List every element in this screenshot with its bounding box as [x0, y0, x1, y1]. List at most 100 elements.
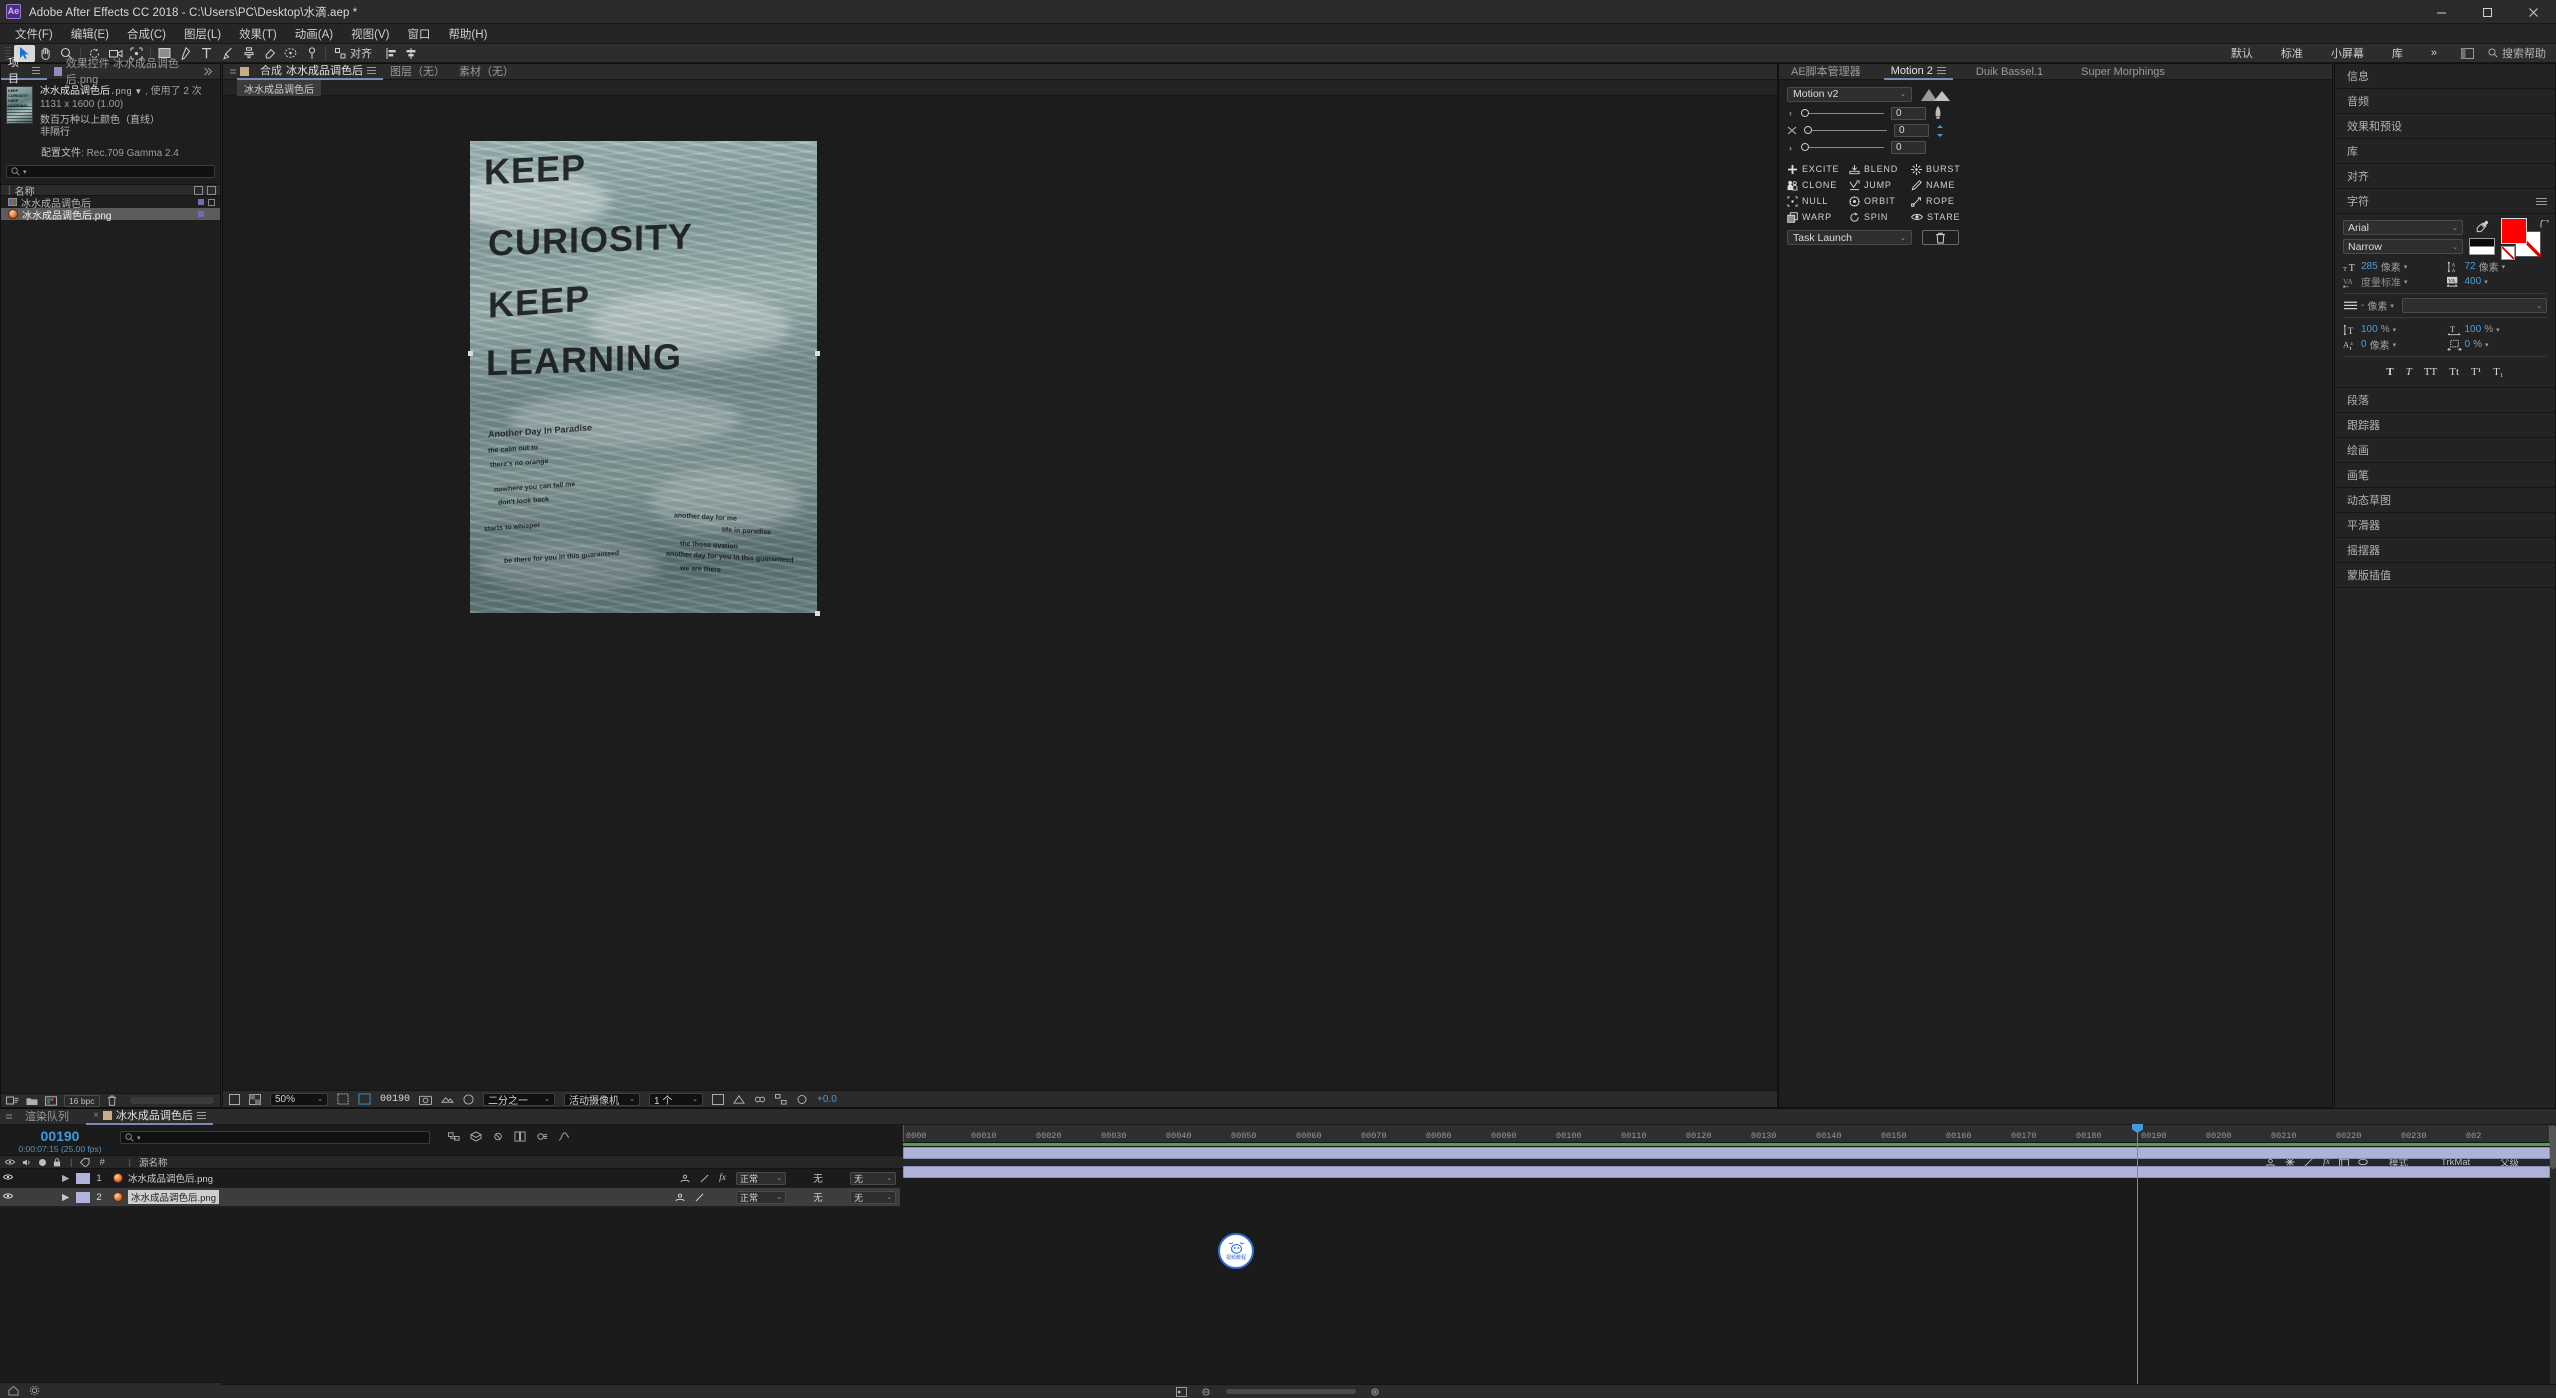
tool-clone[interactable]: CLONE	[1787, 178, 1847, 192]
tab-project[interactable]: 项目	[1, 57, 47, 85]
tracking-value[interactable]: 400	[2465, 276, 2482, 287]
scale-value-input[interactable]: 0	[1894, 124, 1929, 137]
scale-slider[interactable]	[1804, 126, 1887, 134]
workspace-small-screen[interactable]: 小屏幕	[2317, 44, 2378, 62]
kerning-dropdown-icon[interactable]: ▾	[2404, 278, 2408, 286]
tab-composition-timeline[interactable]: × 冰水成品调色后	[86, 1109, 213, 1125]
tab-duik-bassel[interactable]: Duik Bassel.1	[1969, 64, 2050, 80]
current-timecode[interactable]: 00190	[0, 1128, 120, 1144]
camera-select[interactable]: 活动摄像机 ⌄	[564, 1092, 641, 1107]
list-item[interactable]: 冰水成品调色后.png	[1, 208, 220, 222]
tab-ae-script-manager[interactable]: AE脚本管理器	[1779, 64, 1868, 80]
task-launch-select[interactable]: Task Launch ⌄	[1787, 230, 1912, 245]
layer-visibility-toggle[interactable]	[0, 1173, 16, 1184]
kerning-value[interactable]: 度量标准	[2361, 274, 2401, 289]
motion-blur-icon[interactable]	[536, 1131, 548, 1142]
comp-timecode[interactable]: 00190	[380, 1094, 410, 1105]
menu-animation[interactable]: 动画(A)	[286, 24, 342, 44]
character-panel-header[interactable]: 字符	[2335, 189, 2555, 214]
tracking-dropdown-icon[interactable]: ▾	[2484, 278, 2488, 286]
search-dropdown-icon[interactable]: ▾	[23, 168, 27, 176]
timeline-zoom-out-icon[interactable]	[1201, 1387, 1212, 1397]
font-size-value[interactable]: 285	[2361, 261, 2378, 272]
label-column-icon[interactable]	[194, 185, 203, 195]
gear-icon[interactable]	[29, 1385, 40, 1396]
table-row[interactable]: ▶ 2 冰水成品调色后.png 正常 ⌄ 无 无 ⌄	[0, 1188, 900, 1207]
timeline-link-icon[interactable]	[754, 1094, 766, 1105]
tab-render-queue[interactable]: 渲染队列	[18, 1109, 76, 1125]
selection-handle-left[interactable]	[468, 351, 473, 356]
delete-button[interactable]	[1922, 230, 1959, 245]
menu-window[interactable]: 窗口	[398, 24, 439, 44]
bold-button[interactable]: T	[2386, 366, 2393, 378]
layer-expand-arrow[interactable]: ▶	[62, 1173, 76, 1184]
workspace-overflow[interactable]: »	[2417, 46, 2451, 60]
toggle-switches-icon[interactable]	[1175, 1386, 1187, 1397]
home-icon[interactable]	[8, 1385, 19, 1396]
project-horizontal-scrollbar[interactable]	[129, 1097, 214, 1104]
tool-stare[interactable]: STARE	[1911, 210, 1971, 224]
interpret-footage-icon[interactable]	[6, 1096, 19, 1106]
project-search-input[interactable]: ▾	[6, 165, 215, 178]
type-tool[interactable]	[196, 45, 217, 62]
no-fill-icon[interactable]	[2501, 246, 2515, 260]
hide-shy-layers-icon[interactable]	[492, 1131, 504, 1142]
menu-edit[interactable]: 编辑(E)	[62, 24, 118, 44]
tool-burst[interactable]: BURST	[1911, 162, 1971, 176]
resolution-select[interactable]: 二分之一 ⌄	[483, 1092, 556, 1107]
dual-arrow-icon[interactable]	[1936, 124, 1944, 137]
tool-spin[interactable]: SPIN	[1849, 210, 1909, 224]
clone-stamp-tool[interactable]	[238, 45, 259, 62]
panel-menu-icon[interactable]	[367, 65, 376, 76]
italic-button[interactable]: T	[2406, 366, 2412, 378]
workspace-layout-icon[interactable]	[2461, 47, 2474, 59]
mountains-icon[interactable]	[1920, 86, 1954, 102]
panel-grip[interactable]	[0, 1108, 18, 1126]
motion-version-select[interactable]: Motion v2 ⌄	[1787, 86, 1912, 102]
layer-mode-select[interactable]: 正常 ⌄	[736, 1190, 786, 1204]
stroke-width-value[interactable]: -	[2361, 300, 2364, 311]
layer-trkmat[interactable]: 无	[796, 1190, 840, 1204]
timeline-zoom-in-icon[interactable]	[1370, 1387, 1381, 1397]
accordion-effects-presets[interactable]: 效果和预设	[2335, 114, 2555, 139]
panel-menu-icon[interactable]	[31, 65, 40, 76]
zoom-level-select[interactable]: 50% ⌄	[270, 1092, 328, 1106]
eyedropper-icon[interactable]	[2476, 220, 2489, 234]
pixel-aspect-icon[interactable]	[712, 1093, 724, 1105]
superscript-button[interactable]: T¹	[2471, 366, 2481, 378]
always-preview-icon[interactable]	[229, 1093, 240, 1105]
panel-menu-icon[interactable]	[196, 1110, 206, 1121]
fill-color-swatch[interactable]	[2501, 218, 2527, 244]
close-button[interactable]	[2510, 0, 2556, 24]
layer-name[interactable]: 冰水成品调色后.png	[128, 1171, 213, 1185]
roto-brush-tool[interactable]	[280, 45, 301, 62]
minimize-button[interactable]	[2418, 0, 2464, 24]
search-help-box[interactable]: 搜索帮助	[2480, 45, 2554, 61]
stroke-width-dropdown-icon[interactable]: ▾	[2390, 302, 2394, 310]
exposure-reset-icon[interactable]	[796, 1094, 808, 1105]
font-family-select[interactable]: Arial ⌄	[2343, 220, 2463, 235]
panel-menu-icon[interactable]	[1936, 65, 1946, 76]
accordion-align[interactable]: 对齐	[2335, 164, 2555, 189]
tab-layer[interactable]: 图层（无）	[383, 64, 452, 80]
flowchart-icon[interactable]	[775, 1093, 787, 1105]
channel-icon[interactable]	[463, 1093, 474, 1105]
menu-layer[interactable]: 图层(L)	[175, 24, 230, 44]
leading-value[interactable]: 72	[2465, 261, 2476, 272]
composition-mini-flowchart-icon[interactable]	[448, 1131, 460, 1142]
menu-effect[interactable]: 效果(T)	[230, 24, 286, 44]
small-caps-button[interactable]: Tt	[2449, 366, 2459, 378]
rocket-icon[interactable]	[1933, 106, 1943, 120]
frame-blending-icon[interactable]	[514, 1131, 526, 1142]
prev-arrow-icon[interactable]: ‹	[1787, 108, 1794, 118]
default-colors-icon[interactable]	[2469, 237, 2495, 255]
panel-menu-icon[interactable]	[2536, 196, 2547, 207]
time-ruler[interactable]: 0000 00010 00020 00030 00040 00050 00060…	[902, 1125, 2556, 1143]
menu-help[interactable]: 帮助(H)	[439, 24, 496, 44]
accordion-wiggler[interactable]: 摇摆器	[2335, 538, 2555, 563]
current-time-indicator[interactable]	[2132, 1124, 2143, 1384]
menu-file[interactable]: 文件(F)	[6, 24, 62, 44]
panel-collapse-icon[interactable]	[204, 63, 220, 81]
composition-canvas[interactable]: KEEP CURIOSITY KEEP LEARNING Another Day…	[223, 96, 1777, 1090]
breadcrumb-chip[interactable]: 冰水成品调色后	[237, 78, 321, 97]
